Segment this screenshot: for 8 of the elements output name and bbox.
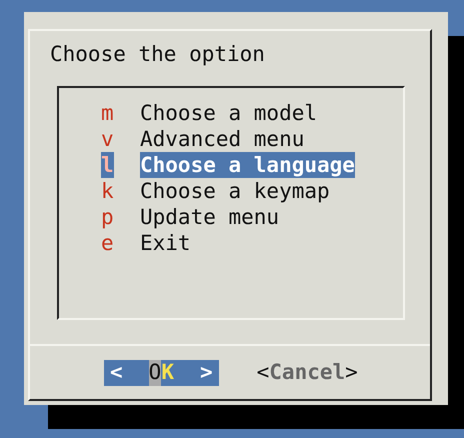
- ok-button[interactable]: < OK >: [104, 360, 219, 386]
- menu-item[interactable]: m Choose a model: [59, 100, 403, 126]
- menu-item[interactable]: e Exit: [59, 230, 403, 256]
- menu-item[interactable]: v Advanced menu: [59, 126, 403, 152]
- cancel-button[interactable]: <Cancel>: [256, 360, 358, 386]
- menu-item[interactable]: k Choose a keymap: [59, 178, 403, 204]
- dialog-title: Choose the option: [49, 41, 266, 68]
- menu-item[interactable]: p Update menu: [59, 204, 403, 230]
